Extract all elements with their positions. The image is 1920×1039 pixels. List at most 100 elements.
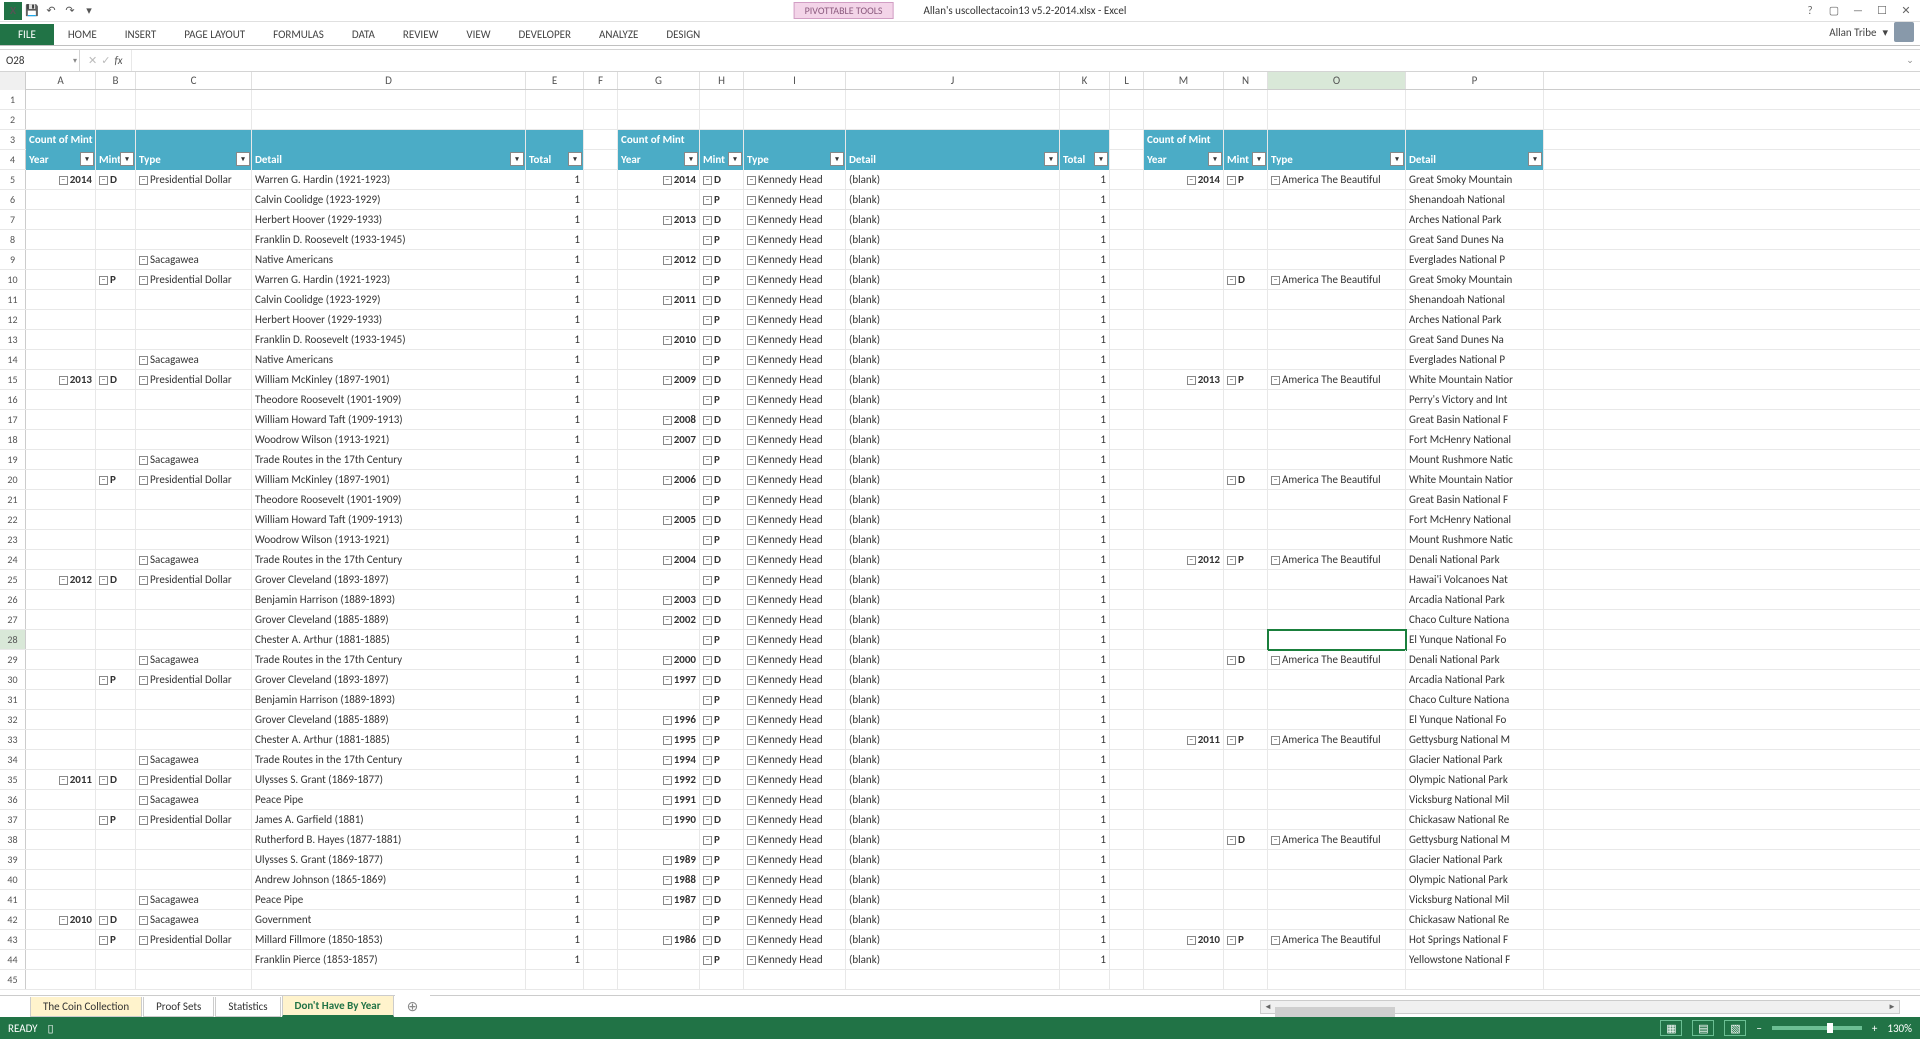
cell-N8[interactable] — [1224, 230, 1268, 250]
cell-F18[interactable] — [584, 430, 618, 450]
cell-N11[interactable] — [1224, 290, 1268, 310]
fx-icon[interactable]: fx — [114, 54, 122, 67]
collapse-icon[interactable]: − — [747, 916, 756, 925]
collapse-icon[interactable]: − — [1227, 176, 1236, 185]
cell-M16[interactable] — [1144, 390, 1224, 410]
cell-G31[interactable] — [618, 690, 700, 710]
cell-F34[interactable] — [584, 750, 618, 770]
cell-I29[interactable]: −Kennedy Head — [744, 650, 846, 670]
cell-D25[interactable]: Grover Cleveland (1893-1897) — [252, 570, 526, 590]
cell-E31[interactable]: 1 — [526, 690, 584, 710]
collapse-icon[interactable]: − — [1271, 736, 1280, 745]
cell-B44[interactable] — [96, 950, 136, 970]
collapse-icon[interactable]: − — [139, 576, 148, 585]
cell-K33[interactable]: 1 — [1060, 730, 1110, 750]
tab-analyze[interactable]: ANALYZE — [585, 24, 652, 45]
col-header-A[interactable]: A — [26, 72, 96, 89]
cell-L19[interactable] — [1110, 450, 1144, 470]
collapse-icon[interactable]: − — [747, 636, 756, 645]
cell-G13[interactable]: −2010 — [618, 330, 700, 350]
cell-N39[interactable] — [1224, 850, 1268, 870]
cell-O41[interactable] — [1268, 890, 1406, 910]
cell-I9[interactable]: −Kennedy Head — [744, 250, 846, 270]
cell-H32[interactable]: −P — [700, 710, 744, 730]
cell-A13[interactable] — [26, 330, 96, 350]
cell-K41[interactable]: 1 — [1060, 890, 1110, 910]
cell-D44[interactable]: Franklin Pierce (1853-1857) — [252, 950, 526, 970]
cell-B10[interactable]: −P — [96, 270, 136, 290]
row-header-1[interactable]: 1 — [0, 90, 26, 109]
cell-N36[interactable] — [1224, 790, 1268, 810]
cell-A29[interactable] — [26, 650, 96, 670]
cell-M13[interactable] — [1144, 330, 1224, 350]
cell-A44[interactable] — [26, 950, 96, 970]
cell-J1[interactable] — [846, 90, 1060, 110]
collapse-icon[interactable]: − — [99, 916, 108, 925]
cell-K11[interactable]: 1 — [1060, 290, 1110, 310]
cell-E1[interactable] — [526, 90, 584, 110]
cell-B22[interactable] — [96, 510, 136, 530]
cell-I18[interactable]: −Kennedy Head — [744, 430, 846, 450]
cell-G29[interactable]: −2000 — [618, 650, 700, 670]
cell-P10[interactable]: Great Smoky Mountain — [1406, 270, 1544, 290]
cell-J14[interactable]: (blank) — [846, 350, 1060, 370]
cell-L31[interactable] — [1110, 690, 1144, 710]
collapse-icon[interactable]: − — [663, 516, 672, 525]
collapse-icon[interactable]: − — [59, 176, 68, 185]
cell-I31[interactable]: −Kennedy Head — [744, 690, 846, 710]
cell-O1[interactable] — [1268, 90, 1406, 110]
cell-G18[interactable]: −2007 — [618, 430, 700, 450]
cell-N22[interactable] — [1224, 510, 1268, 530]
cell-D31[interactable]: Benjamin Harrison (1889-1893) — [252, 690, 526, 710]
cell-M15[interactable]: −2013 — [1144, 370, 1224, 390]
cell-P39[interactable]: Glacier National Park — [1406, 850, 1544, 870]
collapse-icon[interactable]: − — [663, 876, 672, 885]
cell-N24[interactable]: −P — [1224, 550, 1268, 570]
cell-G32[interactable]: −1996 — [618, 710, 700, 730]
cell-N34[interactable] — [1224, 750, 1268, 770]
cell-M9[interactable] — [1144, 250, 1224, 270]
cell-M18[interactable] — [1144, 430, 1224, 450]
cell-E38[interactable]: 1 — [526, 830, 584, 850]
cell-A2[interactable]: Dollar Coins You Don't Have Yet — [26, 110, 96, 130]
col-header-I[interactable]: I — [744, 72, 846, 89]
cell-J31[interactable]: (blank) — [846, 690, 1060, 710]
cell-H11[interactable]: −D — [700, 290, 744, 310]
cell-J41[interactable]: (blank) — [846, 890, 1060, 910]
cell-E37[interactable]: 1 — [526, 810, 584, 830]
collapse-icon[interactable]: − — [663, 596, 672, 605]
cell-P17[interactable]: Great Basin National F — [1406, 410, 1544, 430]
cell-N29[interactable]: −D — [1224, 650, 1268, 670]
cell-G17[interactable]: −2008 — [618, 410, 700, 430]
cell-H3[interactable] — [700, 130, 744, 150]
cell-D5[interactable]: Warren G. Hardin (1921-1923) — [252, 170, 526, 190]
filter-icon[interactable]: ▾ — [1044, 152, 1058, 166]
cell-P26[interactable]: Arcadia National Park — [1406, 590, 1544, 610]
cell-E17[interactable]: 1 — [526, 410, 584, 430]
cell-B20[interactable]: −P — [96, 470, 136, 490]
cell-K20[interactable]: 1 — [1060, 470, 1110, 490]
cell-K10[interactable]: 1 — [1060, 270, 1110, 290]
row-header-5[interactable]: 5 — [0, 170, 26, 189]
filter-icon[interactable]: ▾ — [1208, 152, 1222, 166]
cell-M38[interactable] — [1144, 830, 1224, 850]
cell-H20[interactable]: −D — [700, 470, 744, 490]
collapse-icon[interactable]: − — [703, 436, 712, 445]
cell-K3[interactable] — [1060, 130, 1110, 150]
tab-design[interactable]: DESIGN — [652, 24, 714, 45]
cell-I21[interactable]: −Kennedy Head — [744, 490, 846, 510]
filter-icon[interactable]: ▾ — [120, 152, 134, 166]
cell-C12[interactable] — [136, 310, 252, 330]
cell-M29[interactable] — [1144, 650, 1224, 670]
collapse-icon[interactable]: − — [703, 176, 712, 185]
cell-E18[interactable]: 1 — [526, 430, 584, 450]
sheet-tab-stats[interactable]: Statistics — [215, 997, 280, 1017]
cell-G3[interactable]: Count of Mint — [618, 130, 700, 150]
cell-K42[interactable]: 1 — [1060, 910, 1110, 930]
cell-B30[interactable]: −P — [96, 670, 136, 690]
cell-H10[interactable]: −P — [700, 270, 744, 290]
cell-P25[interactable]: Hawai'i Volcanoes Nat — [1406, 570, 1544, 590]
cell-E33[interactable]: 1 — [526, 730, 584, 750]
collapse-icon[interactable]: − — [139, 456, 148, 465]
collapse-icon[interactable]: − — [663, 436, 672, 445]
